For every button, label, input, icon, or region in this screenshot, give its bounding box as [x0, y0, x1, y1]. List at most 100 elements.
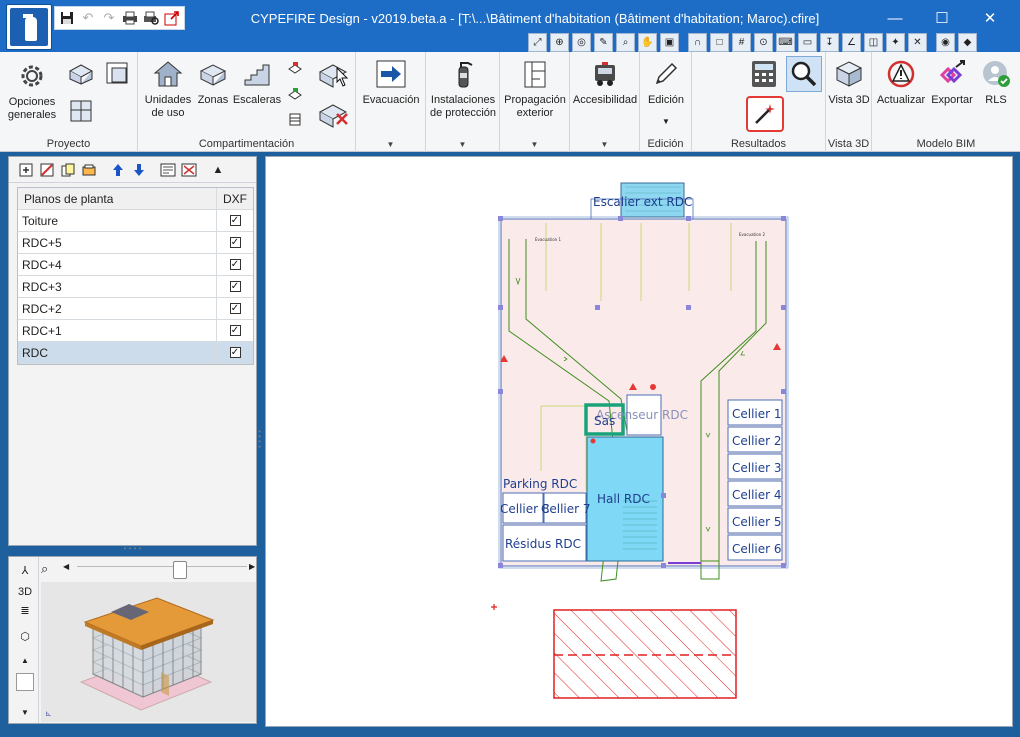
redraw-icon[interactable]: ✎ — [594, 32, 613, 52]
rotate-3d-icon[interactable]: 3D — [16, 583, 34, 601]
magnet-icon[interactable]: ∩ — [688, 32, 707, 52]
dxf-checkbox[interactable]: ✓ — [229, 281, 241, 292]
magnifier-results-icon[interactable] — [786, 56, 822, 92]
opciones-generales-button[interactable]: Opciones generales — [4, 60, 60, 122]
zoom-slider-track[interactable] — [77, 566, 247, 576]
copy-floor-icon[interactable] — [59, 161, 77, 179]
ortho-square-icon[interactable]: □ — [710, 32, 729, 52]
view-window-icon[interactable]: ▣ — [660, 32, 679, 52]
unidades-de-uso-button[interactable]: Unidades de uso — [142, 58, 194, 120]
tools-icon[interactable]: ✕ — [908, 32, 927, 52]
help-book-icon[interactable]: ◆ — [958, 32, 977, 52]
zoom-window-icon[interactable]: ⤢ — [528, 32, 547, 52]
floor-table-header: Planos de planta DXF — [18, 188, 253, 210]
floor-row[interactable]: RDC+4 ✓ — [18, 254, 253, 276]
fire-door-icon[interactable] — [284, 56, 306, 78]
dxf-checkbox[interactable]: ✓ — [229, 303, 241, 314]
keyboard-icon[interactable]: ⌨ — [776, 32, 795, 52]
layers-icon[interactable]: ◫ — [864, 32, 883, 52]
dxf-import-icon[interactable] — [159, 161, 177, 179]
export-icon[interactable] — [163, 9, 181, 27]
instalaciones-dropdown-icon[interactable]: ▼ — [426, 140, 499, 149]
delete-floor-icon[interactable] — [38, 161, 56, 179]
evacuacion-button[interactable]: Evacuación — [360, 58, 422, 107]
solid-cube-icon[interactable]: ⬡ — [16, 627, 34, 645]
actualizar-button[interactable]: Actualizar — [874, 58, 928, 107]
print-preview-icon[interactable] — [142, 9, 160, 27]
floor-row[interactable]: RDC ✓ — [18, 342, 253, 364]
save-icon[interactable] — [58, 9, 76, 27]
angle-icon[interactable]: ∠ — [842, 32, 861, 52]
edicion-button[interactable]: Edición ▼ — [642, 58, 690, 128]
layers-stack-icon[interactable]: ≣ — [16, 601, 34, 619]
slider-right-icon[interactable]: ▶ — [249, 562, 255, 571]
close-button[interactable]: ✕ — [975, 6, 1005, 30]
floor-row[interactable]: RDC+3 ✓ — [18, 276, 253, 298]
scroll-up-icon[interactable]: ▲ — [16, 651, 34, 669]
magic-wand-icon[interactable] — [746, 96, 784, 132]
maximize-button[interactable]: ☐ — [927, 6, 957, 30]
escaleras-button[interactable]: Escaleras — [232, 58, 282, 107]
floor-stack-icon[interactable] — [284, 108, 306, 130]
grid-icon[interactable]: # — [732, 32, 751, 52]
dxf-delete-icon[interactable] — [180, 161, 198, 179]
green-door-icon[interactable] — [284, 82, 306, 104]
rls-button[interactable]: RLS — [976, 58, 1016, 107]
scale-icon[interactable]: ▭ — [798, 32, 817, 52]
select-compartment-icon[interactable] — [316, 56, 352, 92]
add-floor-icon[interactable] — [17, 161, 35, 179]
dxf-checkbox[interactable]: ✓ — [229, 215, 241, 226]
propagacion-dropdown-icon[interactable]: ▼ — [500, 140, 569, 149]
slider-left-icon[interactable]: ◀ — [63, 562, 69, 571]
accesibilidad-button[interactable]: Accesibilidad — [572, 58, 638, 107]
floor-row[interactable]: RDC+1 ✓ — [18, 320, 253, 342]
propagacion-exterior-button[interactable]: Propagación exterior — [502, 58, 568, 120]
zoom-magnifier-icon[interactable]: ⌕ — [41, 561, 48, 577]
collapse-up-icon[interactable]: ▲ — [209, 161, 227, 179]
minimize-button[interactable]: — — [880, 6, 910, 30]
floor-row[interactable]: RDC+2 ✓ — [18, 298, 253, 320]
floor-row[interactable]: RDC+5 ✓ — [18, 232, 253, 254]
calculator-icon[interactable] — [746, 56, 782, 92]
dimension-icon[interactable]: ↧ — [820, 32, 839, 52]
delete-compartment-icon[interactable] — [316, 96, 352, 132]
edicion-dropdown-icon[interactable]: ▼ — [642, 115, 690, 128]
dxf-checkbox[interactable]: ✓ — [229, 259, 241, 270]
undo-icon[interactable]: ↶ — [79, 9, 97, 27]
zoom-slider-thumb[interactable] — [173, 561, 187, 579]
drawing-canvas[interactable]: Escalier ext RDC Ascenseur RDC Sas Parki… — [265, 156, 1013, 727]
building-3d-view[interactable]: ⊾ — [41, 582, 256, 722]
accesibilidad-dropdown-icon[interactable]: ▼ — [570, 140, 639, 149]
vertical-splitter[interactable]: • • • • — [255, 430, 264, 450]
vertical-scroll-thumb[interactable] — [16, 673, 34, 691]
scroll-down-icon[interactable]: ▼ — [16, 703, 34, 721]
instalaciones-button[interactable]: Instalaciones de protección — [428, 58, 498, 120]
print-icon[interactable] — [121, 9, 139, 27]
zoom-icon[interactable]: ⌕ — [616, 32, 635, 52]
redo-icon[interactable]: ↷ — [100, 9, 118, 27]
project-box-icon[interactable] — [66, 58, 96, 88]
arrow-up-icon[interactable] — [109, 161, 127, 179]
dxf-checkbox[interactable]: ✓ — [229, 237, 241, 248]
globe-icon[interactable]: ◉ — [936, 32, 955, 52]
zoom-previous-icon[interactable]: ◎ — [572, 32, 591, 52]
arrow-down-icon[interactable] — [130, 161, 148, 179]
exportar-button[interactable]: Exportar — [928, 58, 976, 107]
snap-point-icon[interactable]: ⊙ — [754, 32, 773, 52]
dxf-checkbox[interactable]: ✓ — [229, 325, 241, 336]
project-plan-icon[interactable] — [66, 96, 96, 126]
wizard-icon[interactable]: ✦ — [886, 32, 905, 52]
vista-3d-button[interactable]: Vista 3D — [828, 58, 870, 107]
hatched-area[interactable] — [553, 609, 737, 699]
dxf-checkbox[interactable]: ✓ — [229, 347, 241, 358]
axes-icon[interactable]: ⅄ — [16, 561, 34, 579]
zoom-extents-icon[interactable]: ⊕ — [550, 32, 569, 52]
panel-splitter[interactable]: • • • • — [8, 545, 257, 554]
app-logo-icon[interactable] — [6, 4, 52, 50]
zonas-button[interactable]: Zonas — [196, 58, 230, 107]
project-view-icon[interactable] — [102, 58, 132, 88]
floor-row[interactable]: Toiture ✓ — [18, 210, 253, 232]
edit-floor-icon[interactable] — [80, 161, 98, 179]
pan-hand-icon[interactable]: ✋ — [638, 32, 657, 52]
evacuacion-dropdown-icon[interactable]: ▼ — [356, 140, 425, 149]
